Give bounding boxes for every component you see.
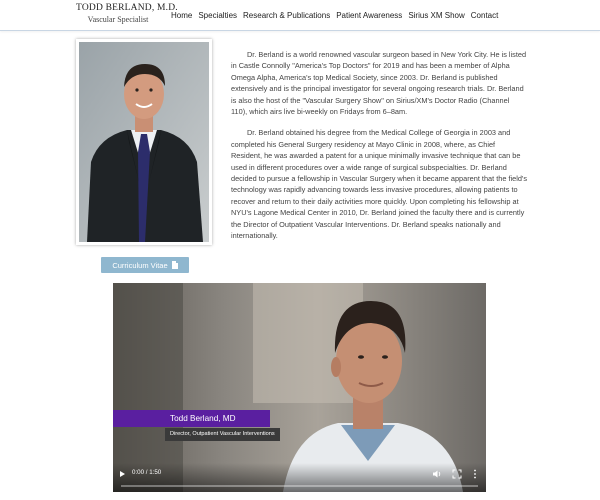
lower-third-name: Todd Berland, MD (113, 410, 270, 427)
video-progress-bar[interactable] (121, 485, 478, 487)
play-icon[interactable] (120, 471, 125, 477)
nav-specialties[interactable]: Specialties (198, 11, 237, 20)
lower-third-title: Director, Outpatient Vascular Interventi… (165, 428, 280, 441)
curriculum-vitae-button[interactable]: Curriculum Vitae (101, 257, 189, 273)
fullscreen-icon[interactable] (452, 469, 462, 479)
nav-patient-awareness[interactable]: Patient Awareness (336, 11, 402, 20)
biography: Dr. Berland is a world renowned vascular… (231, 49, 527, 252)
site-header: TODD BERLAND, M.D. Vascular Specialist H… (0, 0, 600, 31)
document-icon (171, 261, 178, 269)
video-frame-image (113, 283, 486, 492)
logo-name: TODD BERLAND, M.D. (76, 3, 178, 13)
logo-subtitle: Vascular Specialist (87, 14, 149, 24)
portrait-image (79, 42, 209, 242)
video-player[interactable]: Todd Berland, MD Director, Outpatient Va… (113, 283, 486, 492)
nav-home[interactable]: Home (171, 11, 192, 20)
nav-sirius-xm-show[interactable]: Sirius XM Show (408, 11, 464, 20)
cv-label: Curriculum Vitae (112, 260, 168, 270)
more-options-icon[interactable] (472, 469, 478, 479)
bio-paragraph-1: Dr. Berland is a world renowned vascular… (231, 50, 527, 117)
main-nav: Home Specialties Research & Publications… (171, 11, 498, 20)
profile-photo (76, 39, 212, 245)
bio-paragraph-2: Dr. Berland obtained his degree from the… (231, 128, 528, 241)
nav-contact[interactable]: Contact (471, 11, 499, 20)
nav-research-publications[interactable]: Research & Publications (243, 11, 330, 20)
volume-icon[interactable] (432, 469, 442, 479)
site-logo[interactable]: TODD BERLAND, M.D. Vascular Specialist (76, 3, 178, 24)
video-controls: 0:00 / 1:50 (113, 463, 486, 492)
video-time: 0:00 / 1:50 (132, 469, 162, 476)
